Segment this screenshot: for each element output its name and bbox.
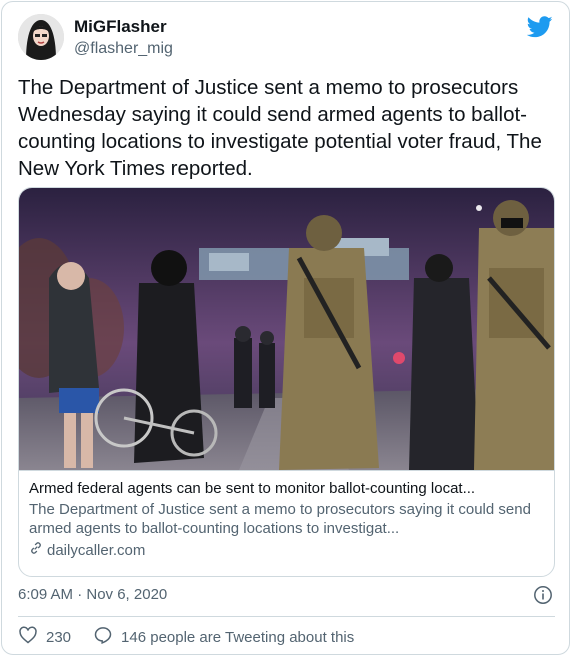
like-button[interactable]: 230 xyxy=(18,625,71,649)
card-description: The Department of Justice sent a memo to… xyxy=(29,501,531,537)
card-domain[interactable]: dailycaller.com xyxy=(29,541,544,560)
card-image[interactable] xyxy=(19,188,554,470)
tweet-text: The Department of Justice sent a memo to… xyxy=(18,76,542,180)
tweet-embed: MiGFlasher @flasher_mig The Department o… xyxy=(1,1,570,655)
tweet-actions: 230 146 people are Tweeting about this xyxy=(18,626,354,648)
user-handle[interactable]: @flasher_mig xyxy=(74,40,173,58)
like-count: 230 xyxy=(46,628,72,646)
card-domain-label: dailycaller.com xyxy=(47,542,146,559)
link-icon xyxy=(29,541,43,560)
reply-bubble-icon xyxy=(93,625,113,649)
divider xyxy=(18,616,555,617)
tweeting-about-label: 146 people are Tweeting about this xyxy=(121,628,355,646)
user-name[interactable]: MiGFlasher xyxy=(74,17,167,37)
link-card[interactable]: Armed federal agents can be sent to moni… xyxy=(18,187,555,577)
heart-icon xyxy=(18,625,38,649)
avatar[interactable] xyxy=(18,14,64,60)
tweet-timestamp[interactable]: 6:09 AM · Nov 6, 2020 xyxy=(18,586,167,603)
card-title[interactable]: Armed federal agents can be sent to moni… xyxy=(29,479,544,498)
tweeting-about-link[interactable]: 146 people are Tweeting about this xyxy=(93,625,354,649)
twitter-bird-icon[interactable] xyxy=(526,16,553,38)
info-icon[interactable] xyxy=(533,585,553,605)
card-meta[interactable]: Armed federal agents can be sent to moni… xyxy=(19,470,554,576)
